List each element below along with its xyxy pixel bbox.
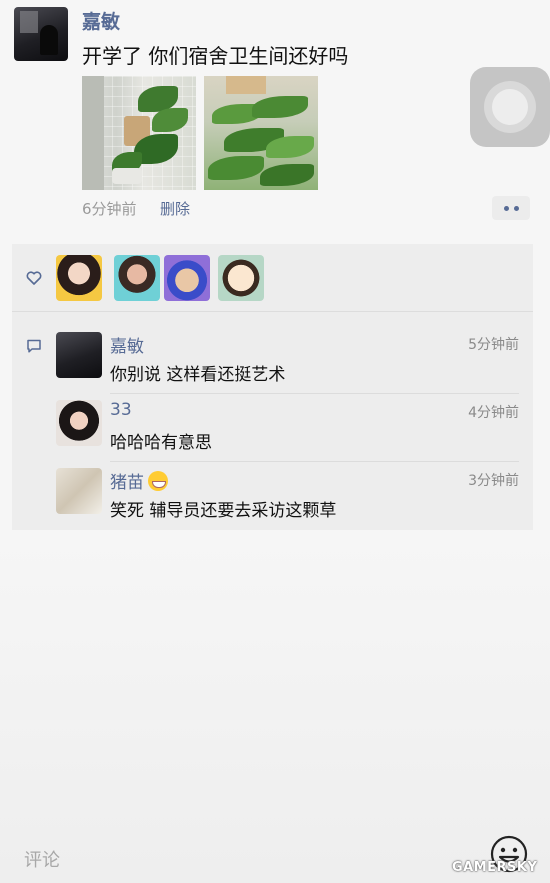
like-avatar[interactable]	[114, 255, 160, 301]
watermark-text: GAMERSKY	[452, 860, 538, 875]
assistive-touch-button[interactable]	[470, 67, 550, 147]
comment-item[interactable]: 嘉敏 你别说 这样看还挺艺术 5分钟前	[56, 332, 519, 392]
post-text: 开学了 你们宿舍卫生间还好吗	[82, 44, 349, 68]
comment-icon	[27, 339, 41, 353]
post-timestamp: 6分钟前	[82, 200, 137, 218]
likes-row	[12, 244, 533, 312]
interaction-panel: 嘉敏 你别说 这样看还挺艺术 5分钟前 33 哈哈哈有意思 4分钟前 猪苗 笑死…	[12, 244, 533, 530]
comment-timestamp: 4分钟前	[468, 405, 519, 421]
comment-input[interactable]: 评论	[24, 846, 60, 872]
comment-timestamp: 5分钟前	[468, 337, 519, 353]
heart-icon	[26, 271, 42, 285]
dot-icon	[513, 205, 519, 211]
comment-text: 哈哈哈有意思	[110, 433, 212, 453]
poster-name[interactable]: 嘉敏	[82, 7, 120, 34]
dot-icon	[503, 205, 509, 211]
delete-button[interactable]: 删除	[160, 198, 190, 219]
commenter-avatar[interactable]	[56, 468, 102, 514]
more-actions-button[interactable]	[492, 196, 530, 220]
like-avatar[interactable]	[218, 255, 264, 301]
like-avatar[interactable]	[164, 255, 210, 301]
commenter-name[interactable]: 猪苗	[110, 468, 168, 493]
commenter-name-text: 猪苗	[110, 473, 144, 493]
comment-text: 笑死 辅导员还要去采访这颗草	[110, 501, 337, 521]
comment-text: 你别说 这样看还挺艺术	[110, 365, 286, 385]
post-photo-2[interactable]	[204, 76, 318, 190]
poster-avatar[interactable]	[14, 7, 68, 61]
commenter-avatar[interactable]	[56, 332, 102, 378]
comment-item[interactable]: 33 哈哈哈有意思 4分钟前	[56, 400, 519, 460]
comment-timestamp: 3分钟前	[468, 473, 519, 489]
commenter-name[interactable]: 嘉敏	[110, 332, 144, 357]
grinning-emoji-icon	[148, 471, 168, 491]
like-avatar[interactable]	[56, 255, 102, 301]
moments-post: 嘉敏 开学了 你们宿舍卫生间还好吗 6分钟前 删除	[0, 0, 550, 240]
commenter-name[interactable]: 33	[110, 400, 132, 420]
comment-item[interactable]: 猪苗 笑死 辅导员还要去采访这颗草 3分钟前	[56, 468, 519, 528]
post-photo-1[interactable]	[82, 76, 196, 190]
commenter-avatar[interactable]	[56, 400, 102, 446]
